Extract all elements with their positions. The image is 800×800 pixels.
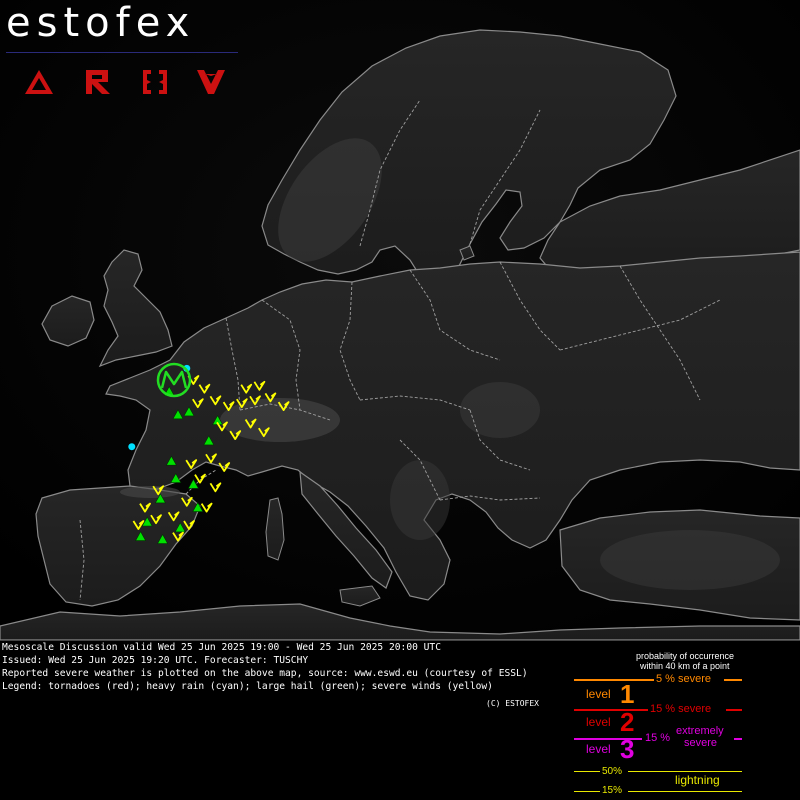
level3-extreme-2: severe: [684, 737, 718, 749]
level2-line-left: [574, 709, 648, 711]
level3-extreme-1: extremely: [676, 725, 724, 737]
mesoscale-discussion-page: { "brand": { "name": "estofex" }, "nav":…: [0, 0, 800, 800]
level1-pct: 5 % severe: [656, 673, 712, 685]
level3-word: level: [586, 742, 611, 756]
level1-line-right: [724, 679, 742, 681]
lightning-15-line-right: [628, 791, 742, 792]
lightning-50-line-right: [628, 771, 742, 772]
legend-line: Legend: tornadoes (red); heavy rain (cya…: [2, 681, 493, 692]
level1-number: 1: [620, 679, 635, 709]
lightning-50-label: 50%: [602, 766, 623, 777]
lightning-50-line-left: [574, 771, 600, 772]
level2-pct: 15 % severe: [650, 703, 712, 715]
nav-bar: [22, 66, 232, 98]
footer-info: Mesoscale Discussion valid Wed 25 Jun 20…: [0, 640, 800, 800]
issued-line: Issued: Wed 25 Jun 2025 19:20 UTC. Forec…: [2, 655, 309, 666]
lightning-label: lightning: [675, 773, 720, 787]
level2-word: level: [586, 715, 611, 729]
level1-line-left: [574, 679, 654, 681]
pyrenees-shading: [120, 486, 180, 498]
legend-header-1: probability of occurrence: [636, 651, 735, 661]
brand-underline: [6, 52, 238, 53]
reports-arrow-icon[interactable]: [80, 66, 114, 98]
brand-logo[interactable]: estofex: [6, 0, 195, 46]
carpathians-shading: [460, 382, 540, 438]
validity-line: Mesoscale Discussion valid Wed 25 Jun 20…: [2, 642, 441, 653]
copyright: (C) ESTOFEX: [486, 699, 539, 708]
verification-chevron-icon[interactable]: [194, 66, 228, 98]
lightning-15-label: 15%: [602, 785, 623, 796]
legend-header-2: within 40 km of a point: [640, 661, 730, 671]
forecasts-triangle-icon[interactable]: [22, 66, 56, 98]
probability-legend: probability of occurrence within 40 km o…: [570, 641, 800, 800]
anatolia-shading: [600, 530, 780, 590]
level3-number: 3: [620, 734, 635, 764]
level3-line-right: [734, 738, 742, 740]
heavy-rain-report-marker[interactable]: [128, 443, 136, 451]
lightning-15-line-left: [574, 791, 600, 792]
mesoscale-brackets-icon[interactable]: [138, 66, 172, 98]
level2-line-right: [726, 709, 742, 711]
level3-pct: 15 %: [645, 732, 671, 744]
level1-word: level: [586, 687, 611, 701]
source-line: Reported severe weather is plotted on th…: [2, 668, 528, 679]
